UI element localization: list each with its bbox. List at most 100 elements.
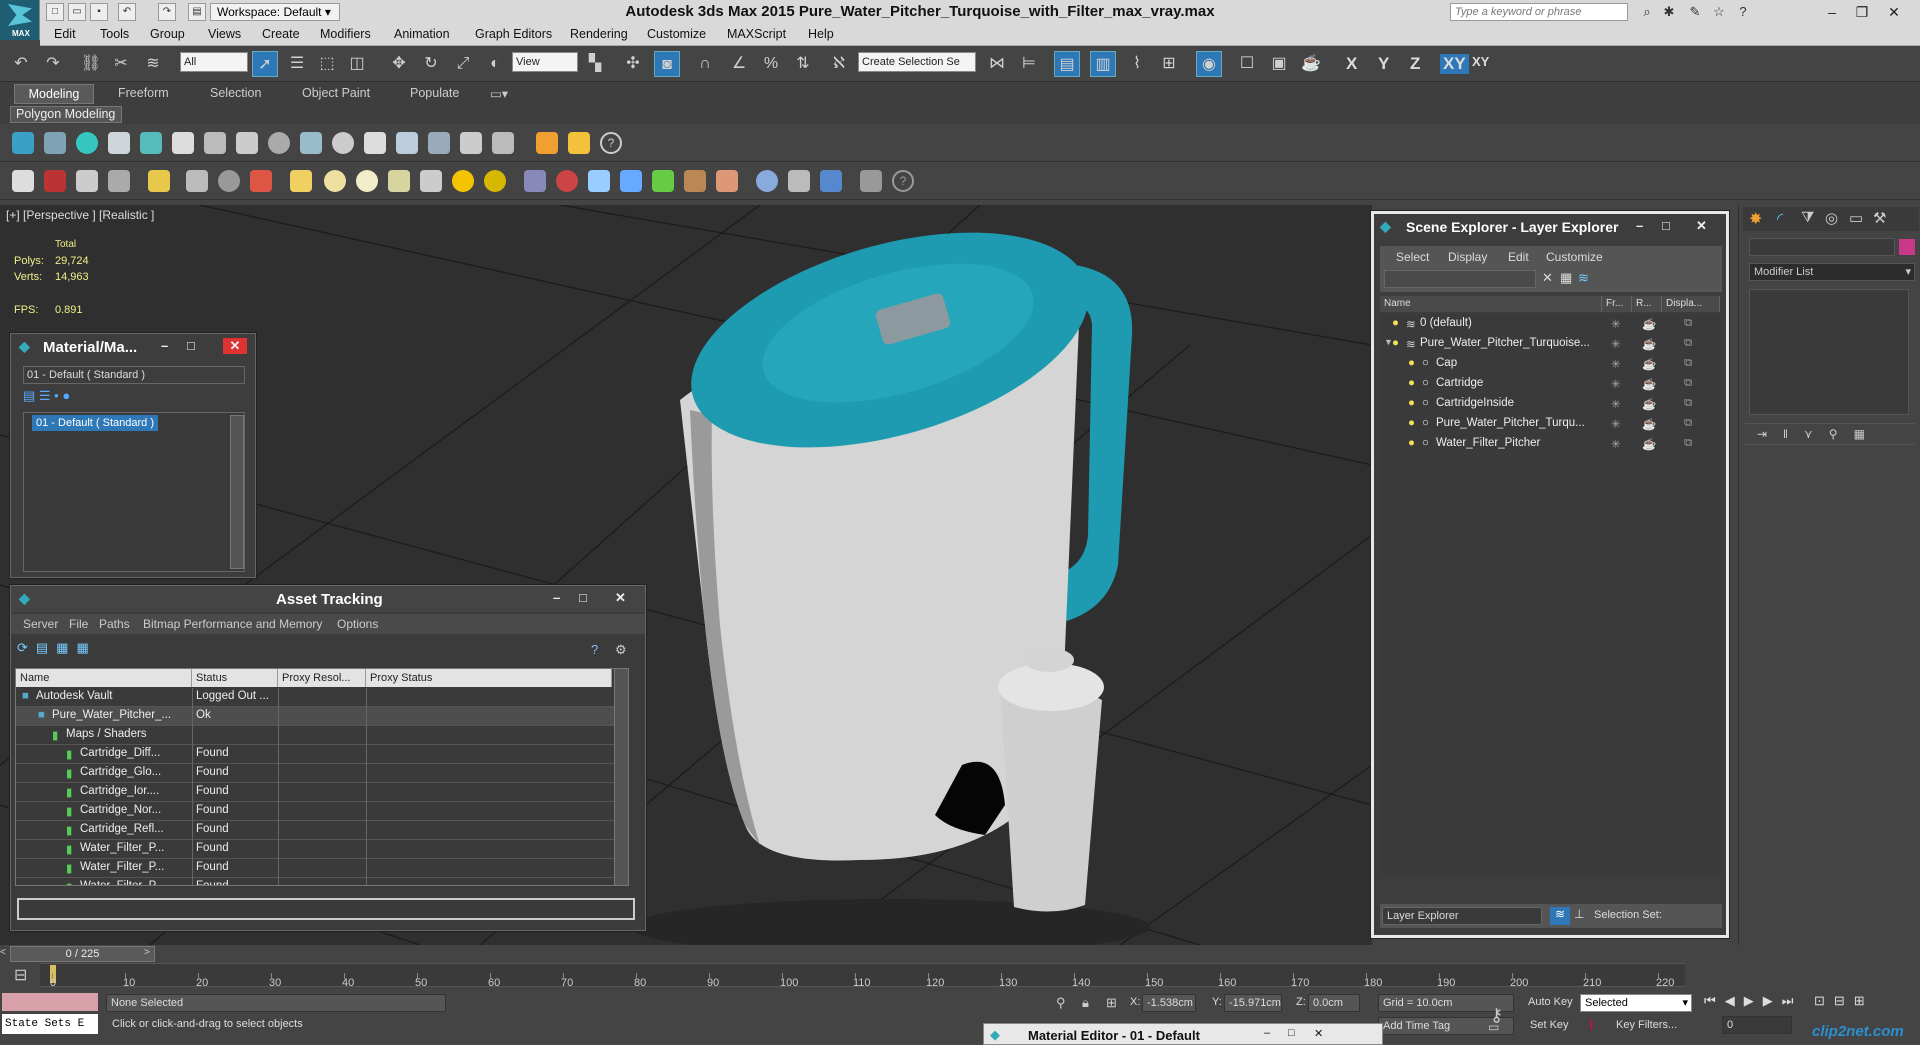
table-row[interactable]: ▮ Cartridge_Refl... Found [16,821,614,840]
key-mode-dropdown[interactable]: Selected ▾ [1580,994,1692,1012]
material-editor-minimized[interactable]: ◆ Material Editor - 01 - Default – □ ✕ [983,1023,1383,1045]
display-icon[interactable]: ⧉ [1684,417,1692,430]
asset-menu-server[interactable]: Server [23,617,58,631]
communication-icon[interactable]: ✎ [1686,3,1704,21]
menu-graph-editors[interactable]: Graph Editors [475,27,552,41]
spinner-snap-icon[interactable]: ⇅ [790,51,816,77]
tool-icon-5[interactable] [140,132,162,154]
explorer-type-dropdown[interactable]: Layer Explorer [1382,907,1542,925]
minimize-icon[interactable]: – [1264,1027,1270,1039]
named-selection-dropdown[interactable]: Create Selection Se [858,52,976,72]
select-object-icon[interactable]: ➚ [252,51,278,77]
asset-menu-options[interactable]: Options [337,617,378,631]
align-icon[interactable]: ⊨ [1016,51,1042,77]
move-icon[interactable]: ✥ [386,51,412,77]
col-scene-name[interactable]: Name [1380,296,1602,312]
layers-icon[interactable]: ≋ [1578,270,1589,286]
close-icon[interactable]: ✕ [1314,1027,1323,1040]
app-logo[interactable]: MAX [0,0,40,40]
scene-menu-select[interactable]: Select [1396,250,1429,264]
modifier-stack[interactable] [1749,289,1909,415]
axis-xy-cycle[interactable]: XY [1472,54,1489,69]
frame-buffer-icon[interactable] [788,170,810,192]
sort-layers-icon[interactable]: ≋ [1550,907,1570,925]
scene-menu-customize[interactable]: Customize [1546,250,1603,264]
vray-help-icon[interactable]: ? [892,170,914,192]
menu-group[interactable]: Group [150,27,185,41]
axis-y[interactable]: Y [1378,54,1389,74]
close-icon[interactable]: ✕ [1696,218,1707,234]
select-manipulate-icon[interactable]: ✣ [620,51,646,77]
tool-icon-b6[interactable] [186,170,208,192]
restore-button[interactable]: ❐ [1848,2,1876,22]
tool-icon-2[interactable] [44,132,66,154]
table-row[interactable]: ■ Autodesk Vault Logged Out ... [16,688,614,707]
x-coord-field[interactable]: -1.538cm [1142,994,1196,1012]
tool-icon-b7[interactable] [218,170,240,192]
scale-icon[interactable]: ⤢ [450,51,476,77]
light-icon[interactable] [76,132,98,154]
undo-icon[interactable]: ↶ [8,51,34,77]
tool-icon-12[interactable] [364,132,386,154]
fur-icon[interactable] [524,170,546,192]
current-frame-field[interactable]: 0 [1722,1016,1792,1034]
menu-help[interactable]: Help [808,27,834,41]
tool-icon-9[interactable] [268,132,290,154]
menu-modifiers[interactable]: Modifiers [320,27,371,41]
layer-row[interactable]: ▼ ● ≋ Pure_Water_Pitcher_Turquoise... ✳ ☕ ⧉ [1380,334,1720,354]
display-icon[interactable]: ⧉ [1684,317,1692,330]
freeze-icon[interactable]: ✳ [1611,357,1621,371]
proxy-icon[interactable] [556,170,578,192]
freeze-icon[interactable]: ✳ [1611,437,1621,451]
link-icon[interactable]: ⛓ [78,51,104,77]
table-row[interactable]: ▮ Cartridge_Ior.... Found [16,783,614,802]
col-freeze[interactable]: Fr... [1602,296,1632,312]
sun-icon[interactable] [108,132,130,154]
display-tab-icon[interactable]: ▭ [1849,209,1863,227]
tool-icon-15[interactable] [460,132,482,154]
tool-icon-16[interactable] [492,132,514,154]
time-slider[interactable]: 0 / 225 [10,946,155,962]
material-name-field[interactable]: 01 - Default ( Standard ) [23,366,245,384]
maximize-icon[interactable]: □ [187,338,195,353]
render-setup-icon[interactable]: ☐ [1234,51,1260,77]
hide-toggle-icon[interactable]: ● [1392,337,1399,349]
filter-icon[interactable]: ▦ [1560,270,1572,286]
subscription-icon[interactable]: ✱ [1660,3,1678,21]
object-color-swatch[interactable] [1899,239,1915,255]
rendered-frame-icon[interactable]: ▣ [1266,51,1292,77]
freeze-icon[interactable]: ✳ [1611,377,1621,391]
stack-controls[interactable]: ⇥‖⋎⚲▦ [1745,423,1915,445]
hide-toggle-icon[interactable]: ● [1408,437,1415,449]
renderable-icon[interactable]: ☕ [1642,337,1656,351]
tab-selection[interactable]: Selection [210,86,261,100]
minimize-icon[interactable]: – [1636,218,1643,233]
binoculars-icon[interactable]: ⌕ [1638,3,1656,21]
asset-path-field[interactable] [17,898,635,920]
modifier-list-dropdown[interactable]: Modifier List ▾ [1749,263,1915,281]
absolute-mode-icon[interactable]: ⊞ [1106,995,1117,1011]
table-row[interactable]: ▮ Cartridge_Glo... Found [16,764,614,783]
asset-view-toolbar[interactable]: ⟳▤▦▦ [17,640,137,662]
viewport-nav-controls[interactable]: ⊡⊟⊞ [1814,993,1874,1009]
ref-coord-dropdown[interactable]: View [512,52,578,72]
ribbon-options-icon[interactable]: ▭▾ [490,86,508,101]
help-icon[interactable]: ? [1734,3,1752,21]
maxscript-listener-mini[interactable] [2,993,98,1011]
renderable-icon[interactable]: ☕ [1642,357,1656,371]
tool-icon-11[interactable] [332,132,354,154]
axis-xy[interactable]: XY [1440,54,1469,74]
tool-icon-14[interactable] [428,132,450,154]
freeze-icon[interactable]: ✳ [1611,417,1621,431]
image-icon[interactable] [44,170,66,192]
dome-icon[interactable] [324,170,346,192]
plane-icon[interactable] [290,170,312,192]
table-row[interactable]: ■ Pure_Water_Pitcher_... Ok [16,707,614,726]
workspace-dropdown[interactable]: Workspace: Default ▾ [210,3,340,21]
key-tangent-icon[interactable]: ⌇ [1588,1017,1595,1034]
object-name-field[interactable] [1749,238,1895,256]
minimize-icon[interactable]: – [553,590,560,605]
tool-icon-1[interactable] [12,132,34,154]
menu-tools[interactable]: Tools [100,27,129,41]
hair-icon[interactable] [684,170,706,192]
